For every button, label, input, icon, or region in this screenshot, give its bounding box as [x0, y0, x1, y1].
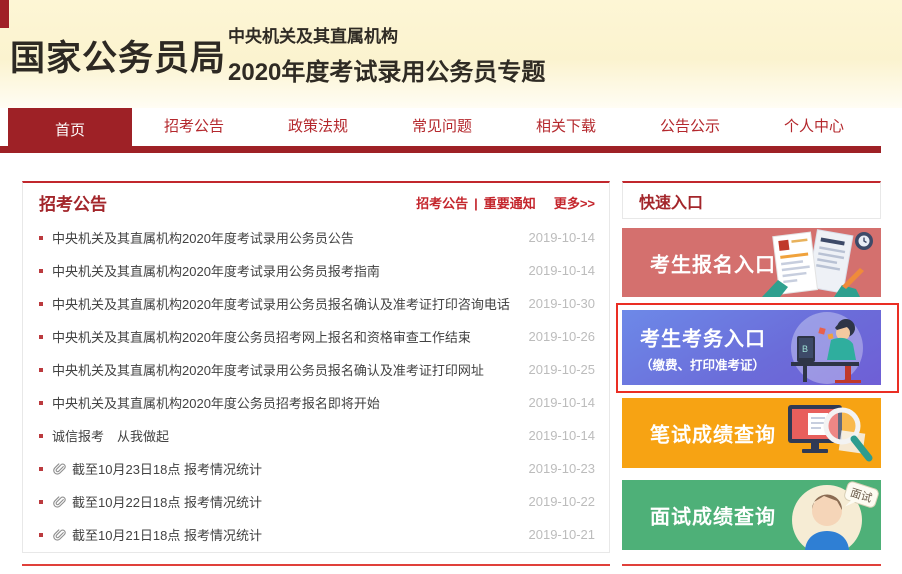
quick-entry-title: 快速入口 [639, 189, 703, 213]
bullet-icon [39, 533, 43, 537]
nav-item[interactable]: 首页 [8, 108, 132, 153]
more-link[interactable]: 更多>> [554, 196, 595, 211]
corner-flag-mark [0, 0, 9, 28]
announcement-date: 2019-10-21 [529, 527, 596, 542]
bullet-icon [39, 236, 43, 240]
nav-item[interactable]: 相关下载 [504, 108, 628, 153]
paperclip-icon [52, 528, 66, 542]
list-item[interactable]: 诚信报考 从我做起 2019-10-14 [39, 419, 595, 452]
quick-entry-panel: 快速入口 [622, 181, 881, 219]
candidate-registration-entry-button[interactable]: 考生报名入口 [622, 228, 881, 297]
interview-score-illustration: 面试 [761, 480, 881, 550]
paperclip-icon [52, 462, 66, 476]
announcement-date: 2019-10-14 [529, 395, 596, 410]
announcement-date: 2019-10-14 [529, 263, 596, 278]
bullet-icon [39, 401, 43, 405]
bullet-icon [39, 368, 43, 372]
announcement-link[interactable]: 中央机关及其直属机构2020年度公务员招考报名即将开始 [52, 393, 380, 412]
tab-important-notice-link[interactable]: 重要通知 [484, 196, 536, 211]
button-label: 笔试成绩查询 [650, 419, 776, 448]
subtitle-line1: 中央机关及其直属机构 [228, 22, 545, 47]
button-label: 考生考务入口 （缴费、打印准考证） [640, 322, 766, 373]
exam-affairs-illustration: B [761, 310, 881, 385]
announcement-link[interactable]: 中央机关及其直属机构2020年度考试录用公务员报名确认及准考证打印咨询电话 [52, 294, 510, 313]
site-logo: 国家公务员局 [10, 30, 226, 81]
button-label: 面试成绩查询 [650, 501, 776, 530]
announcement-date: 2019-10-25 [529, 362, 596, 377]
button-label-main: 考生考务入口 [640, 328, 766, 350]
bullet-icon [39, 500, 43, 504]
written-score-illustration [766, 398, 881, 468]
announcement-link[interactable]: 截至10月21日18点 报考情况统计 [72, 525, 262, 544]
site-header: 国家公务员局 中央机关及其直属机构 2020年度考试录用公务员专题 [0, 0, 902, 108]
bullet-icon [39, 269, 43, 273]
paperclip-icon [52, 495, 66, 509]
nav-item[interactable]: 招考公告 [132, 108, 256, 153]
bullet-icon [39, 434, 43, 438]
announcement-link[interactable]: 截至10月23日18点 报考情况统计 [72, 459, 262, 478]
bullet-icon [39, 302, 43, 306]
nav-item[interactable]: 常见问题 [380, 108, 504, 153]
nav-list: 首页 招考公告 政策法规 常见问题 相关下载 公告公示 个人中心 [0, 108, 881, 153]
interview-score-query-button[interactable]: 面试成绩查询 面试 [622, 480, 881, 550]
announcement-date: 2019-10-22 [529, 494, 596, 509]
list-item[interactable]: 截至10月22日18点 报考情况统计 2019-10-22 [39, 485, 595, 518]
announcement-date: 2019-10-14 [529, 230, 596, 245]
button-label-sub: （缴费、打印准考证） [640, 354, 766, 373]
announcements-list: 中央机关及其直属机构2020年度考试录用公务员公告 2019-10-14 中央机… [23, 221, 609, 551]
written-test-score-query-button[interactable]: 笔试成绩查询 [622, 398, 881, 468]
bullet-icon [39, 335, 43, 339]
site-subtitle: 中央机关及其直属机构 2020年度考试录用公务员专题 [228, 22, 545, 87]
list-item[interactable]: 中央机关及其直属机构2020年度公务员招考网上报名和资格审查工作结束 2019-… [39, 320, 595, 353]
tab-announcement-link[interactable]: 招考公告 [416, 196, 468, 211]
announcement-link[interactable]: 中央机关及其直属机构2020年度考试录用公务员报名确认及准考证打印网址 [52, 360, 484, 379]
nav-item[interactable]: 个人中心 [752, 108, 876, 153]
announcement-date: 2019-10-23 [529, 461, 596, 476]
announcements-panel: 招考公告 招考公告 | 重要通知 更多>> 中央机关及其直属机构2020年度考试录用公… [22, 181, 610, 553]
next-panel-top-border-left [22, 564, 610, 566]
list-item[interactable]: 截至10月21日18点 报考情况统计 2019-10-21 [39, 518, 595, 551]
announcements-header: 招考公告 招考公告 | 重要通知 更多>> [23, 183, 609, 221]
announcement-link[interactable]: 中央机关及其直属机构2020年度考试录用公务员报考指南 [52, 261, 380, 280]
list-item[interactable]: 中央机关及其直属机构2020年度考试录用公务员报名确认及准考证打印咨询电话 20… [39, 287, 595, 320]
announcements-header-links: 招考公告 | 重要通知 更多>> [416, 193, 595, 212]
page: 国家公务员局 中央机关及其直属机构 2020年度考试录用公务员专题 首页 招考公… [0, 0, 902, 574]
list-item[interactable]: 中央机关及其直属机构2020年度考试录用公务员报名确认及准考证打印网址 2019… [39, 353, 595, 386]
announcement-date: 2019-10-14 [529, 428, 596, 443]
svg-text:B: B [802, 344, 808, 354]
list-item[interactable]: 截至10月23日18点 报考情况统计 2019-10-23 [39, 452, 595, 485]
announcements-title: 招考公告 [39, 190, 107, 215]
link-separator: | [474, 196, 478, 211]
main-nav: 首页 招考公告 政策法规 常见问题 相关下载 公告公示 个人中心 [0, 108, 881, 153]
nav-item[interactable]: 公告公示 [628, 108, 752, 153]
nav-item[interactable]: 政策法规 [256, 108, 380, 153]
list-item[interactable]: 中央机关及其直属机构2020年度考试录用公务员公告 2019-10-14 [39, 221, 595, 254]
list-item[interactable]: 中央机关及其直属机构2020年度考试录用公务员报考指南 2019-10-14 [39, 254, 595, 287]
candidate-exam-affairs-entry-button[interactable]: 考生考务入口 （缴费、打印准考证） B [622, 310, 881, 385]
announcement-date: 2019-10-26 [529, 329, 596, 344]
announcement-date: 2019-10-30 [529, 296, 596, 311]
next-panel-top-border-right [622, 564, 881, 566]
announcement-link[interactable]: 诚信报考 从我做起 [52, 426, 169, 445]
list-item[interactable]: 中央机关及其直属机构2020年度公务员招考报名即将开始 2019-10-14 [39, 386, 595, 419]
announcement-link[interactable]: 中央机关及其直属机构2020年度考试录用公务员公告 [52, 228, 354, 247]
subtitle-line2: 2020年度考试录用公务员专题 [228, 52, 545, 87]
announcement-link[interactable]: 中央机关及其直属机构2020年度公务员招考网上报名和资格审查工作结束 [52, 327, 471, 346]
bullet-icon [39, 467, 43, 471]
button-label: 考生报名入口 [650, 248, 776, 277]
announcement-link[interactable]: 截至10月22日18点 报考情况统计 [72, 492, 262, 511]
